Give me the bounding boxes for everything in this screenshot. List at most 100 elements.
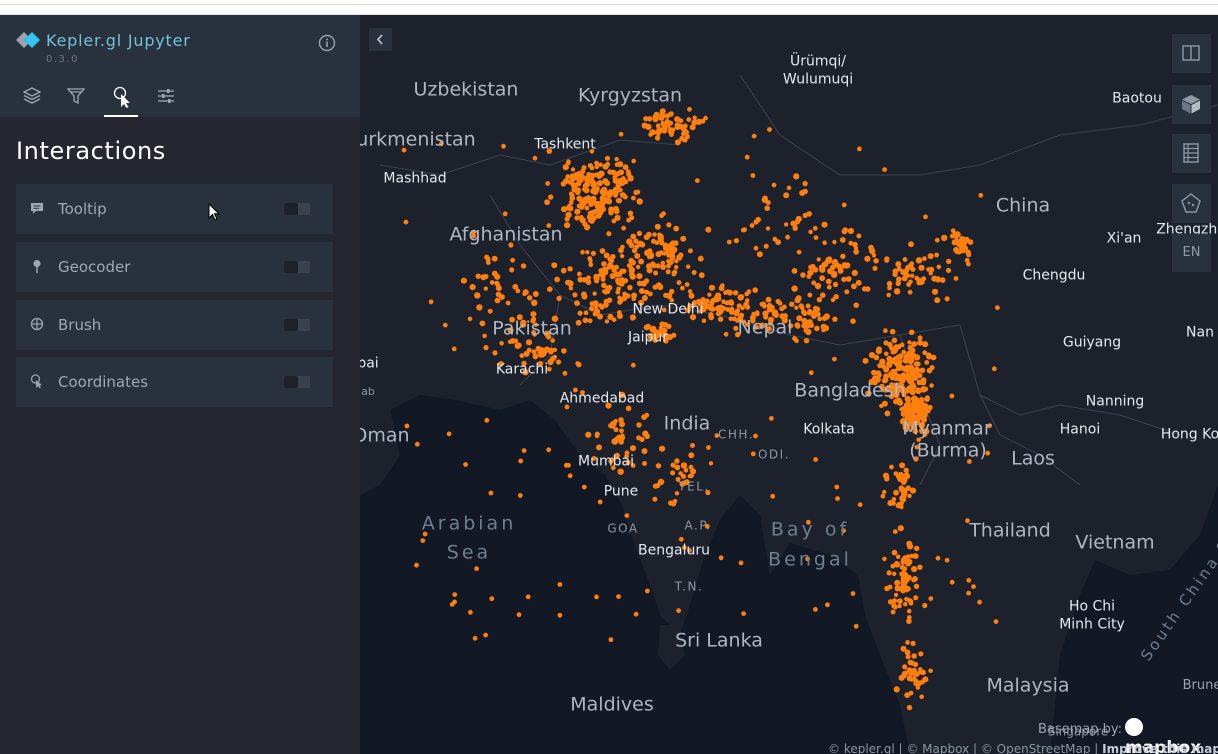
map-point bbox=[678, 471, 683, 476]
interaction-row-tooltip[interactable]: Tooltip bbox=[16, 184, 333, 234]
map-point bbox=[634, 253, 640, 259]
map-point bbox=[912, 409, 917, 415]
map-point bbox=[913, 361, 920, 367]
map-point bbox=[898, 485, 905, 492]
map-point bbox=[689, 468, 697, 475]
tooltip-toggle[interactable] bbox=[284, 203, 310, 215]
map-point bbox=[908, 690, 914, 696]
map-point bbox=[954, 231, 961, 237]
map-point bbox=[903, 601, 908, 607]
map-label-arabian: Arabian bbox=[421, 512, 517, 535]
map-point bbox=[729, 306, 735, 312]
map-point bbox=[586, 275, 591, 281]
map-point bbox=[770, 493, 776, 499]
map-point bbox=[807, 292, 813, 298]
map-point bbox=[488, 490, 494, 496]
map-point bbox=[483, 632, 488, 638]
map-point bbox=[593, 307, 600, 314]
map-point bbox=[629, 271, 635, 278]
panel-title: Interactions bbox=[16, 137, 166, 165]
notebook-header bbox=[0, 0, 1218, 15]
map-point bbox=[662, 251, 667, 256]
split-map-button[interactable] bbox=[1172, 34, 1211, 73]
basemap-by-label: Basemap by: bbox=[1038, 722, 1123, 737]
map-point bbox=[893, 489, 899, 496]
interaction-row-geocoder[interactable]: Geocoder bbox=[16, 242, 333, 292]
map-point bbox=[889, 464, 894, 470]
brush-toggle[interactable] bbox=[284, 319, 310, 331]
language-button[interactable]: EN bbox=[1172, 234, 1211, 272]
map-point bbox=[746, 289, 752, 295]
map-label-vietnam: Vietnam bbox=[1075, 531, 1155, 554]
map-point bbox=[929, 383, 934, 388]
map-point bbox=[882, 556, 887, 562]
kepler-logo-icon bbox=[16, 32, 40, 48]
info-icon[interactable] bbox=[318, 34, 336, 52]
map-label-china: China bbox=[995, 194, 1051, 217]
map-point bbox=[674, 122, 681, 128]
map-point bbox=[661, 211, 666, 217]
map-point bbox=[841, 202, 847, 208]
map-point bbox=[897, 598, 903, 604]
map-point bbox=[851, 283, 857, 290]
map-point bbox=[910, 640, 916, 647]
map-point bbox=[830, 297, 836, 303]
map-point bbox=[853, 302, 859, 309]
map-label-state-tn: T.N. bbox=[674, 579, 704, 594]
map-point bbox=[532, 155, 538, 161]
tab-interactions[interactable] bbox=[104, 81, 138, 117]
map-point bbox=[911, 667, 917, 673]
map-point bbox=[611, 317, 617, 323]
map-point bbox=[884, 410, 891, 417]
map-point bbox=[647, 248, 653, 254]
map-point bbox=[607, 256, 613, 262]
map-point bbox=[474, 292, 481, 299]
map-point bbox=[864, 255, 871, 262]
map-view[interactable]: Uzbekistan Kyrgyzstan urkmenistan Afghan… bbox=[360, 15, 1218, 754]
map-point bbox=[636, 422, 642, 428]
map-point bbox=[494, 273, 501, 280]
improve-map-link[interactable]: Improve this map bbox=[1102, 742, 1218, 754]
map-point bbox=[967, 239, 974, 245]
map-point bbox=[562, 370, 568, 376]
tab-filters[interactable] bbox=[59, 81, 93, 115]
map-point bbox=[612, 175, 618, 180]
tab-map-style[interactable] bbox=[149, 81, 183, 115]
map-label-hanoi: Hanoi bbox=[1059, 421, 1101, 438]
map-point bbox=[403, 219, 409, 225]
map-point bbox=[589, 301, 595, 307]
map-point bbox=[627, 284, 633, 291]
map-point bbox=[564, 222, 571, 229]
interaction-row-brush[interactable]: Brush bbox=[16, 300, 333, 350]
tab-layers[interactable] bbox=[15, 81, 49, 115]
map-point bbox=[821, 221, 828, 228]
map-point bbox=[766, 306, 773, 313]
map-point bbox=[855, 279, 862, 286]
map-point bbox=[912, 576, 918, 582]
map-point bbox=[625, 169, 631, 175]
map-point bbox=[944, 557, 950, 563]
collapse-panel-button[interactable] bbox=[369, 28, 392, 51]
3d-view-button[interactable] bbox=[1172, 85, 1211, 124]
map-label-thailand: Thailand bbox=[969, 519, 1051, 542]
coordinates-toggle[interactable] bbox=[284, 376, 310, 388]
map-point bbox=[567, 180, 573, 185]
draw-polygon-button[interactable] bbox=[1172, 184, 1211, 223]
map-point bbox=[580, 168, 586, 174]
interaction-row-coordinates[interactable]: Coordinates bbox=[16, 357, 333, 407]
map-label-abu-dhabi: ab bbox=[361, 384, 375, 398]
map-point bbox=[659, 113, 666, 119]
map-point bbox=[905, 640, 910, 645]
map-point bbox=[872, 265, 878, 271]
geocoder-toggle[interactable] bbox=[284, 261, 310, 273]
map-point bbox=[598, 268, 604, 273]
map-point bbox=[966, 261, 971, 267]
map-point bbox=[723, 331, 729, 337]
legend-icon bbox=[1183, 143, 1199, 163]
map-point bbox=[560, 206, 568, 213]
map-point bbox=[469, 284, 476, 291]
map-point bbox=[674, 458, 680, 464]
map-point bbox=[697, 255, 704, 262]
legend-button[interactable] bbox=[1172, 134, 1211, 173]
map-point bbox=[674, 258, 679, 264]
